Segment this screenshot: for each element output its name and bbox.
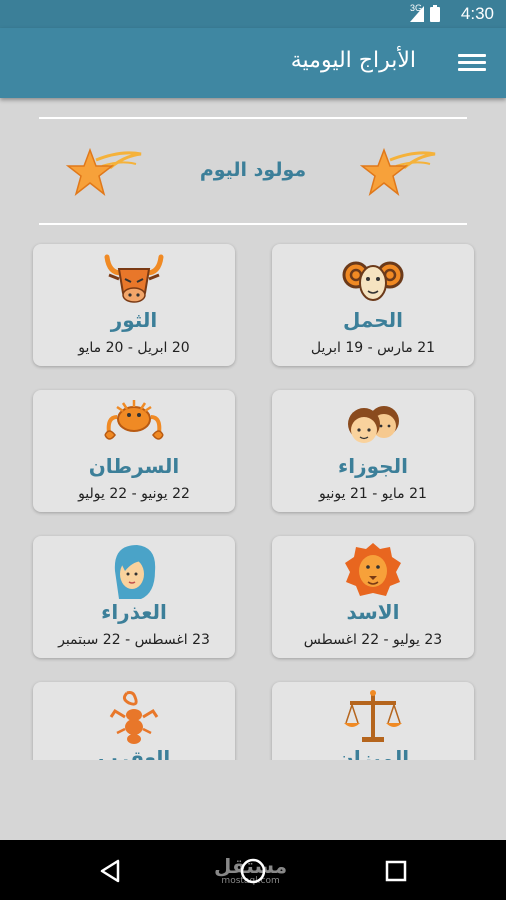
zodiac-card-gemini[interactable]: الجوزاء 21 مايو - 21 يونيو [272, 390, 474, 512]
status-time: 4:30 [460, 4, 494, 23]
zodiac-dates: 23 يوليو - 22 اغسطس [303, 632, 443, 648]
zodiac-name: الحمل [342, 308, 404, 332]
bull-icon [104, 254, 164, 303]
zodiac-name: السرطان [88, 454, 180, 478]
system-nav-bar: مستقل mostaql.com [0, 840, 506, 900]
app-toolbar: الأبراج اليومية [0, 28, 506, 98]
zodiac-grid[interactable]: الحمل 21 مارس - 19 ابريل الثور 20 ابريل … [0, 230, 506, 760]
zodiac-card-aries[interactable]: الحمل 21 مارس - 19 ابريل [272, 244, 474, 366]
virgo-icon [114, 545, 156, 599]
home-icon[interactable] [238, 856, 268, 886]
zodiac-dates: 22 يونيو - 22 يوليو [78, 486, 190, 502]
lion-icon [345, 543, 401, 596]
zodiac-name: الثور [110, 308, 158, 332]
twins-icon [348, 406, 399, 443]
page-title: الأبراج اليومية [290, 48, 416, 73]
battery-icon [430, 5, 440, 22]
menu-button[interactable] [458, 50, 486, 76]
scales-icon [344, 690, 402, 742]
shooting-star-icon [360, 147, 436, 197]
zodiac-dates: 20 ابريل - 20 مايو [78, 340, 190, 356]
back-icon[interactable] [96, 856, 126, 886]
zodiac-card-libra[interactable]: الميزان [272, 682, 474, 760]
signal-icon [410, 5, 424, 22]
crab-icon [104, 400, 164, 440]
zodiac-card-scorpio[interactable]: العقرب [33, 682, 235, 760]
zodiac-card-taurus[interactable]: الثور 20 ابريل - 20 مايو [33, 244, 235, 366]
zodiac-card-cancer[interactable]: السرطان 22 يونيو - 22 يوليو [33, 390, 235, 512]
status-bar: 3G 4:30 [0, 0, 506, 28]
bottom-divider [39, 223, 467, 225]
zodiac-name: العذراء [101, 600, 167, 624]
zodiac-name: الاسد [346, 600, 400, 624]
zodiac-name: العقرب [97, 746, 171, 760]
scorpion-icon [109, 691, 159, 744]
zodiac-card-leo[interactable]: الاسد 23 يوليو - 22 اغسطس [272, 536, 474, 658]
zodiac-dates: 21 مايو - 21 يونيو [319, 486, 427, 502]
zodiac-card-virgo[interactable]: العذراء 23 اغسطس - 22 سبتمبر [33, 536, 235, 658]
ram-icon [342, 261, 404, 301]
zodiac-dates: 23 اغسطس - 22 سبتمبر [58, 632, 210, 648]
recents-icon[interactable] [381, 856, 411, 886]
zodiac-name: الجوزاء [338, 454, 408, 478]
zodiac-dates: 21 مارس - 19 ابريل [310, 340, 436, 356]
top-divider [39, 117, 467, 119]
zodiac-name: الميزان [336, 746, 410, 760]
menu-icon [458, 54, 486, 57]
